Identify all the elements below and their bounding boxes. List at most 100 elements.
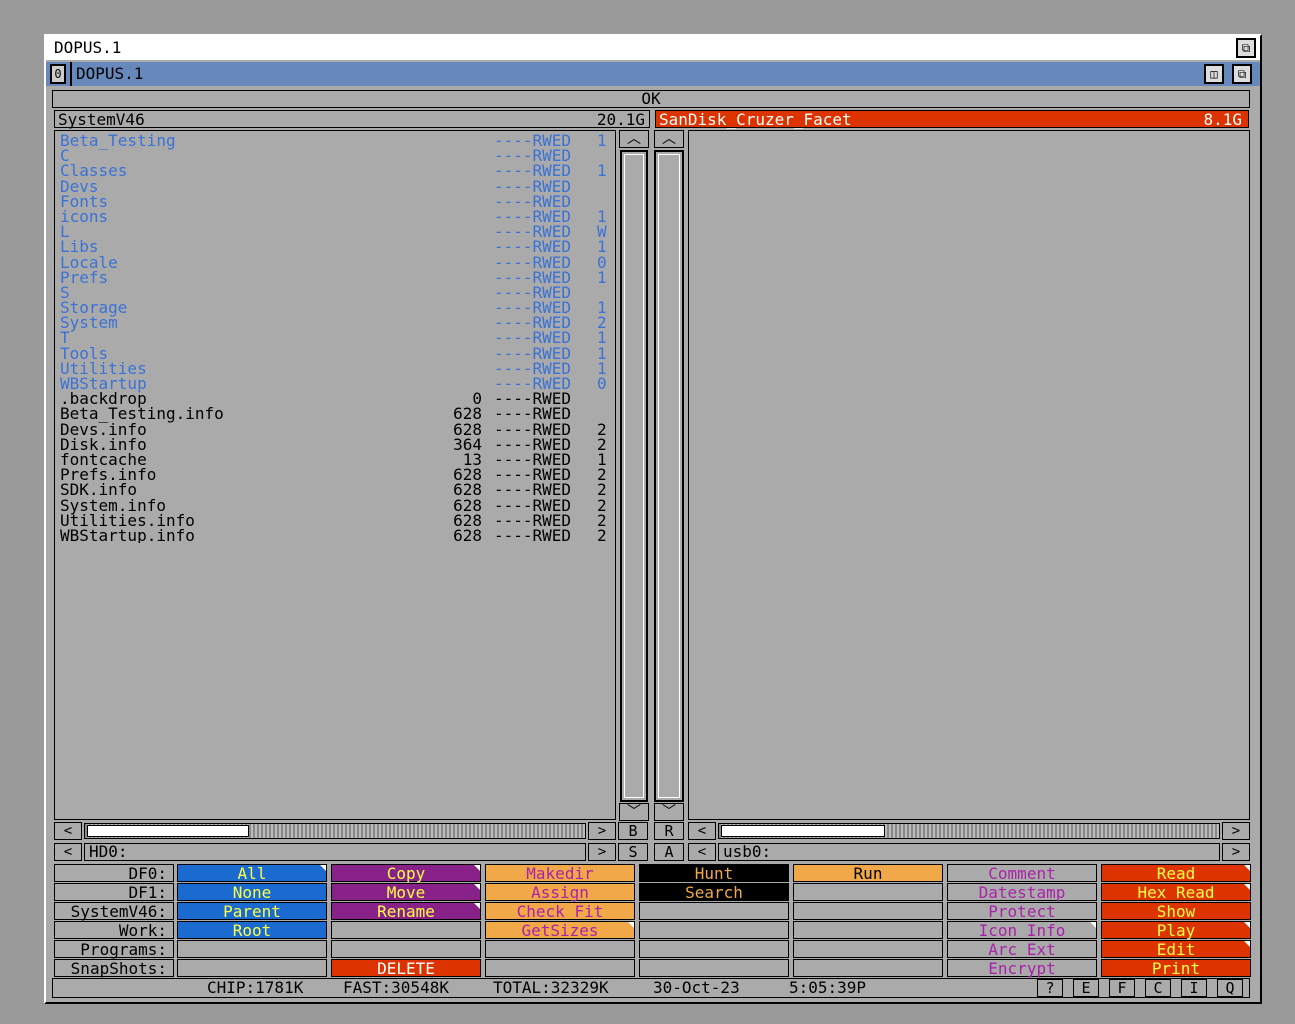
none-button[interactable]: None bbox=[177, 883, 327, 902]
icon-info-button[interactable]: Icon Info bbox=[947, 921, 1097, 940]
quick-e-button[interactable]: E bbox=[1073, 979, 1099, 997]
all-button[interactable]: All bbox=[177, 864, 327, 883]
scroll-left-arrow-icon[interactable]: < bbox=[688, 822, 716, 840]
check-fit-button[interactable]: Check Fit bbox=[485, 902, 635, 921]
scroll-knob[interactable] bbox=[87, 825, 249, 837]
search-button[interactable]: Search bbox=[639, 883, 789, 902]
empty-button[interactable] bbox=[331, 940, 481, 958]
depth-gadget-icon[interactable]: ⧉ bbox=[1236, 38, 1256, 58]
window-title-bar[interactable]: 0 DOPUS.1 ◫ ⧉ bbox=[46, 62, 1260, 86]
empty-button[interactable] bbox=[639, 959, 789, 977]
drive-button[interactable]: DF1: bbox=[54, 883, 174, 902]
path-left-arrow-icon[interactable]: < bbox=[54, 843, 82, 861]
quick-i-button[interactable]: I bbox=[1181, 979, 1207, 997]
empty-button[interactable] bbox=[793, 921, 943, 939]
scroll-down-arrow-icon[interactable]: ﹀ bbox=[619, 803, 649, 821]
select-button[interactable]: S bbox=[618, 843, 648, 861]
left-free-space: 20.1G bbox=[596, 110, 645, 129]
quick-help-button[interactable]: ? bbox=[1037, 979, 1063, 997]
scroll-right-arrow-icon[interactable]: > bbox=[1222, 822, 1250, 840]
parent-button[interactable]: Parent bbox=[177, 902, 327, 921]
empty-button[interactable] bbox=[793, 883, 943, 901]
buffer-button[interactable]: B bbox=[618, 822, 648, 840]
makedir-button[interactable]: Makedir bbox=[485, 864, 635, 883]
right-vertical-scrollbar[interactable]: ︿ ﹀ bbox=[652, 130, 686, 821]
encrypt-button[interactable]: Encrypt bbox=[947, 959, 1097, 978]
scroll-knob[interactable] bbox=[624, 154, 644, 798]
empty-button[interactable] bbox=[793, 940, 943, 958]
scroll-right-arrow-icon[interactable]: > bbox=[588, 822, 616, 840]
run-button[interactable]: Run bbox=[793, 864, 943, 883]
scroll-track[interactable] bbox=[654, 150, 684, 802]
zoom-gadget-icon[interactable]: ◫ bbox=[1204, 64, 1224, 84]
move-button[interactable]: Move bbox=[331, 883, 481, 902]
right-file-list[interactable] bbox=[688, 130, 1250, 820]
close-gadget-icon[interactable]: 0 bbox=[50, 64, 66, 84]
play-button[interactable]: Play bbox=[1101, 921, 1251, 940]
all-button[interactable]: A bbox=[654, 843, 684, 861]
drive-button[interactable]: SystemV46: bbox=[54, 902, 174, 921]
empty-button[interactable] bbox=[639, 902, 789, 920]
list-item[interactable]: WBStartup.info 628 ----RWED 2 bbox=[60, 525, 612, 544]
drive-button[interactable]: DF0: bbox=[54, 864, 174, 883]
reread-button[interactable]: R bbox=[654, 822, 684, 840]
left-path-field[interactable]: HD0: bbox=[84, 843, 586, 861]
right-volume-name: SanDisk_Cruzer_Facet bbox=[659, 110, 852, 129]
right-horizontal-scrollbar[interactable] bbox=[718, 823, 1220, 839]
file-name: WBStartup.info bbox=[60, 525, 195, 544]
scroll-track[interactable] bbox=[620, 150, 648, 802]
datestamp-button[interactable]: Datestamp bbox=[947, 883, 1097, 902]
read-button[interactable]: Read bbox=[1101, 864, 1251, 883]
left-vertical-scrollbar[interactable]: ︿ ﹀ bbox=[618, 130, 650, 821]
arc-ext-button[interactable]: Arc Ext bbox=[947, 940, 1097, 959]
screen-title: DOPUS.1 bbox=[54, 38, 122, 57]
hex-read-button[interactable]: Hex Read bbox=[1101, 883, 1251, 902]
print-button[interactable]: Print bbox=[1101, 959, 1251, 978]
comment-button[interactable]: Comment bbox=[947, 864, 1097, 883]
empty-button[interactable] bbox=[177, 959, 327, 977]
quick-q-button[interactable]: Q bbox=[1217, 979, 1243, 997]
path-left-arrow-icon[interactable]: < bbox=[688, 843, 716, 861]
assign-button[interactable]: Assign bbox=[485, 883, 635, 902]
scroll-up-arrow-icon[interactable]: ︿ bbox=[654, 130, 684, 148]
rename-button[interactable]: Rename bbox=[331, 902, 481, 921]
scroll-down-arrow-icon[interactable]: ﹀ bbox=[654, 803, 684, 821]
file-extra: 1 bbox=[597, 267, 607, 287]
scroll-left-arrow-icon[interactable]: < bbox=[54, 822, 82, 840]
empty-button[interactable] bbox=[331, 921, 481, 939]
file-protection: ----RWED bbox=[494, 525, 572, 544]
scroll-knob[interactable] bbox=[721, 825, 885, 837]
path-right-arrow-icon[interactable]: > bbox=[1222, 843, 1250, 861]
empty-button[interactable] bbox=[177, 940, 327, 958]
drive-button[interactable]: Programs: bbox=[54, 940, 174, 959]
quick-c-button[interactable]: C bbox=[1145, 979, 1171, 997]
right-lister-header[interactable]: SanDisk_Cruzer_Facet 8.1G bbox=[655, 110, 1249, 129]
edit-button[interactable]: Edit bbox=[1101, 940, 1251, 959]
empty-button[interactable] bbox=[793, 959, 943, 977]
empty-button[interactable] bbox=[639, 921, 789, 939]
left-lister-header[interactable]: SystemV46 20.1G bbox=[54, 110, 650, 129]
path-right-arrow-icon[interactable]: > bbox=[588, 843, 616, 861]
left-file-list[interactable]: Beta_Testing ----RWED 1 C ----RWED Classes ---… bbox=[54, 130, 616, 820]
delete-button[interactable]: DELETE bbox=[331, 959, 481, 978]
hunt-button[interactable]: Hunt bbox=[639, 864, 789, 883]
getsizes-button[interactable]: GetSizes bbox=[485, 921, 635, 940]
drive-button[interactable]: SnapShots: bbox=[54, 959, 174, 978]
copy-button[interactable]: Copy bbox=[331, 864, 481, 883]
empty-button[interactable] bbox=[485, 940, 635, 958]
show-button[interactable]: Show bbox=[1101, 902, 1251, 921]
scroll-knob[interactable] bbox=[658, 154, 680, 798]
file-extra: 2 bbox=[597, 525, 607, 544]
window-title: DOPUS.1 bbox=[76, 64, 144, 83]
scroll-up-arrow-icon[interactable]: ︿ bbox=[619, 130, 649, 148]
right-path-field[interactable]: usb0: bbox=[718, 843, 1220, 861]
root-button[interactable]: Root bbox=[177, 921, 327, 940]
empty-button[interactable] bbox=[485, 959, 635, 977]
left-horizontal-scrollbar[interactable] bbox=[84, 823, 586, 839]
empty-button[interactable] bbox=[793, 902, 943, 920]
empty-button[interactable] bbox=[639, 940, 789, 958]
drive-button[interactable]: Work: bbox=[54, 921, 174, 940]
depth-gadget-icon[interactable]: ⧉ bbox=[1232, 64, 1252, 84]
quick-f-button[interactable]: F bbox=[1109, 979, 1135, 997]
protect-button[interactable]: Protect bbox=[947, 902, 1097, 921]
